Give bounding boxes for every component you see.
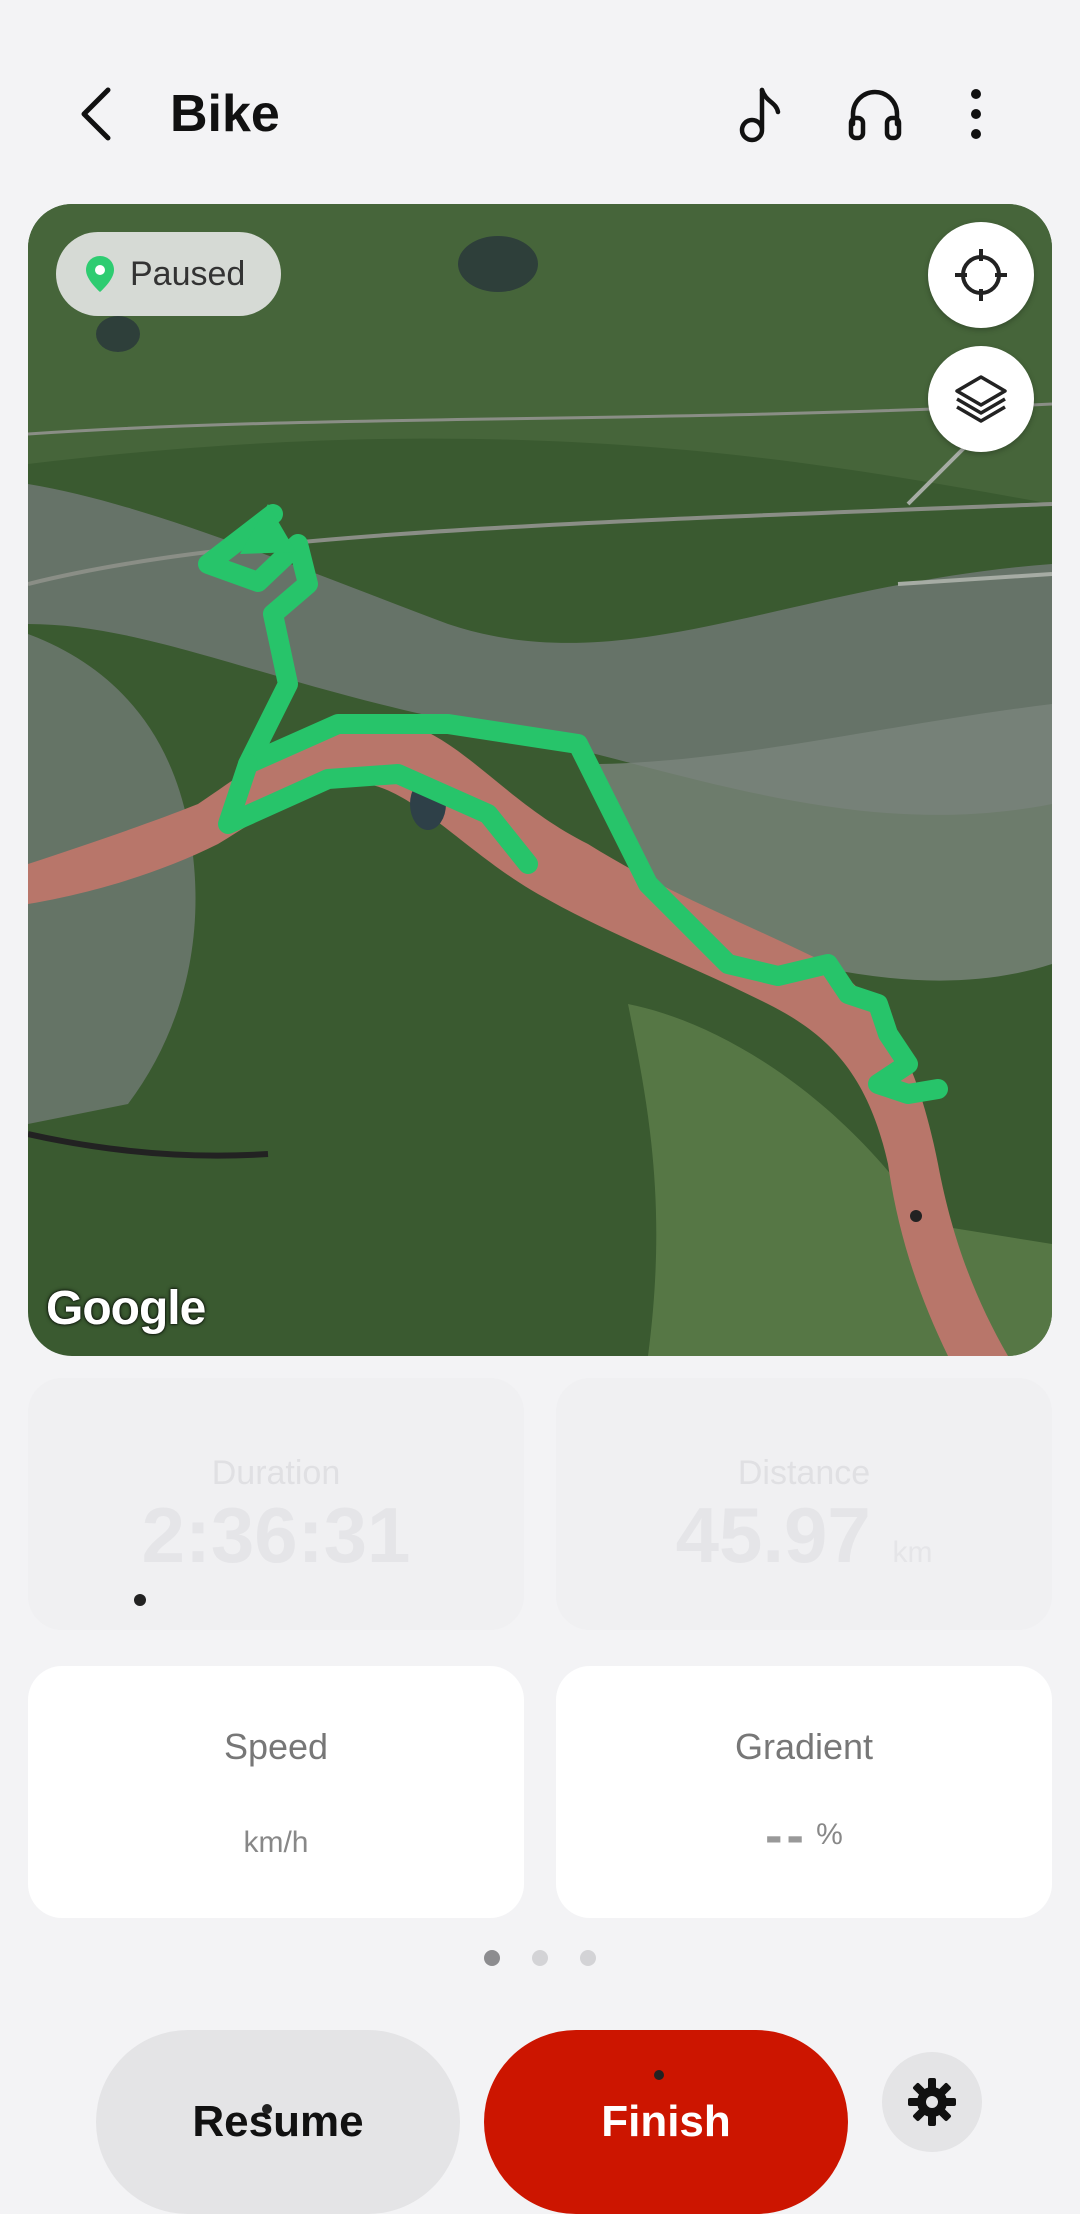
speed-label: Speed: [223, 1726, 329, 1767]
page-dot-3[interactable]: [580, 1950, 596, 1966]
screen-speck: [134, 1594, 146, 1606]
layers-icon: [955, 375, 1007, 423]
status-chip: Paused: [56, 232, 282, 316]
page-dot-2[interactable]: [532, 1950, 548, 1966]
map-layers-button[interactable]: [928, 346, 1034, 452]
distance-card: Distance 45.97 km: [556, 1378, 1052, 1630]
headphones-button[interactable]: [845, 84, 905, 144]
status-text: Paused: [130, 254, 246, 293]
satellite-map-image: [28, 204, 1052, 1356]
distance-value: 45.97: [675, 1491, 871, 1579]
location-pin-icon: [86, 256, 114, 292]
distance-label: Distance: [737, 1454, 871, 1492]
back-icon: [81, 87, 111, 141]
screen-speck: [262, 2104, 272, 2114]
page-indicator: [0, 1950, 1080, 1966]
duration-value: 2:36:31: [141, 1491, 411, 1579]
settings-button[interactable]: [882, 2052, 982, 2152]
gradient-value: --: [765, 1807, 808, 1865]
resume-button[interactable]: Resume: [96, 2030, 460, 2214]
route-map[interactable]: Paused Google: [28, 204, 1052, 1356]
music-note-icon: [739, 87, 781, 143]
gear-icon: [908, 2078, 956, 2126]
speed-card[interactable]: Speed km/h: [28, 1666, 524, 1918]
screen-speck: [654, 2070, 664, 2080]
gradient-label: Gradient: [734, 1726, 874, 1767]
gradient-value-line: -- %: [556, 1806, 1052, 1866]
gradient-card[interactable]: Gradient -- %: [556, 1666, 1052, 1918]
distance-unit: km: [892, 1536, 933, 1569]
distance-value-line: 45.97 km: [556, 1490, 1052, 1581]
recenter-button[interactable]: [928, 222, 1034, 328]
crosshair-icon: [955, 249, 1007, 301]
music-button[interactable]: [732, 84, 792, 144]
finish-button[interactable]: Finish: [484, 2030, 848, 2214]
more-vert-icon: [971, 89, 981, 139]
top-app-bar: Bike: [0, 0, 1080, 200]
more-options-button[interactable]: [958, 84, 1018, 144]
google-logo: Google: [46, 1282, 206, 1335]
page-dot-1[interactable]: [484, 1950, 500, 1966]
duration-label: Duration: [211, 1454, 341, 1492]
gradient-unit: %: [816, 1817, 843, 1851]
page-title: Bike: [170, 85, 280, 143]
duration-card: Duration 2:36:31: [28, 1378, 524, 1630]
back-button[interactable]: [72, 82, 128, 146]
headphones-icon: [848, 89, 902, 141]
speed-unit: km/h: [243, 1826, 309, 1859]
